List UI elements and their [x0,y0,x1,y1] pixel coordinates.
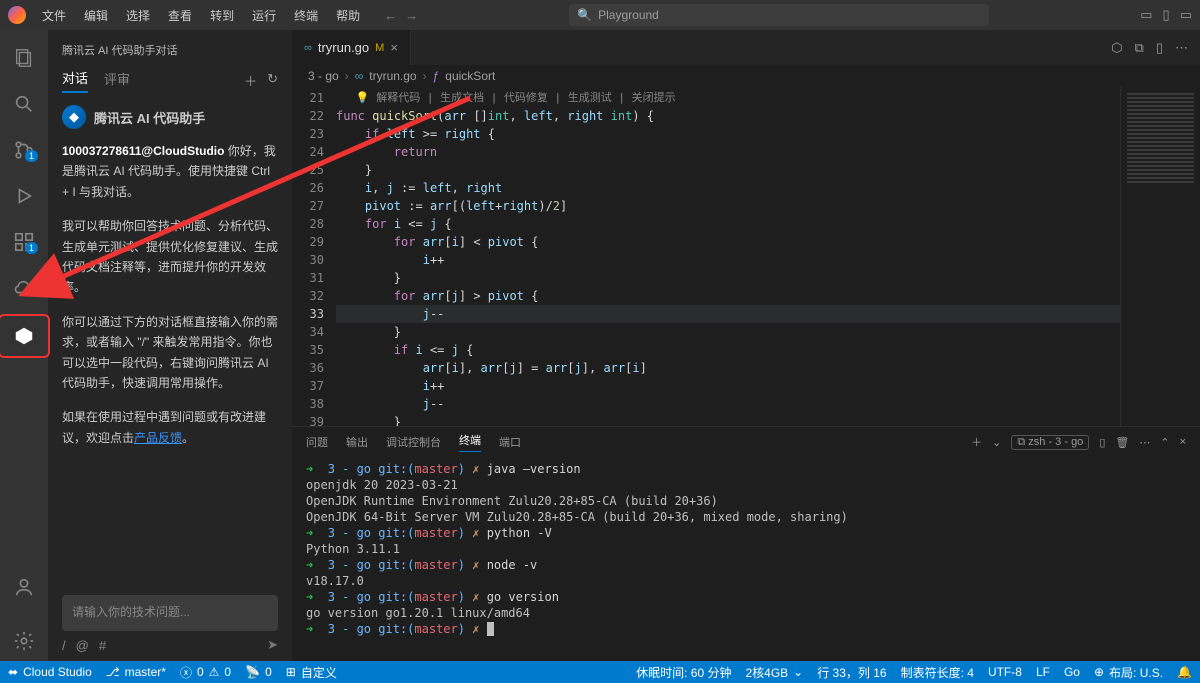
slash-command-button[interactable]: / [62,638,66,653]
status-cursor[interactable]: 行 33，列 16 [817,664,886,681]
terminal-label[interactable]: ⧉ zsh - 3 - go [1011,435,1089,450]
go-file-icon: ∞ [304,42,312,54]
feedback-link[interactable]: 产品反馈 [134,431,182,445]
editor-tabbar: ∞ tryrun.go M × ⬡ ⧉ ▯ ⋯ [292,30,1200,65]
chat-tab[interactable]: 对话 [62,68,88,93]
close-panel-icon[interactable]: × [1180,436,1186,448]
scm-badge: 1 [25,150,38,162]
menu-goto[interactable]: 转到 [204,7,240,24]
chat-feedback: 如果在使用过程中遇到问题或有改进建议，欢迎点击产品反馈。 [62,407,278,448]
editor-tab-tryrun[interactable]: ∞ tryrun.go M × [292,30,411,65]
breadcrumb-folder[interactable]: 3 - go [308,69,339,83]
breadcrumbs[interactable]: 3 - go› ∞tryrun.go› ƒquickSort [292,65,1200,87]
activity-bar: 1 1 [0,30,48,661]
status-bell-icon[interactable]: 🔔 [1177,665,1192,679]
layout-secondary-icon[interactable]: ▭ [1180,7,1192,23]
panel-more-icon[interactable]: ⋯ [1139,436,1150,449]
status-remote[interactable]: ⬌ Cloud Studio [8,665,92,679]
menu-terminal[interactable]: 终端 [288,7,324,24]
kill-terminal-icon[interactable]: 🗑 [1115,436,1129,449]
panel-tab-output[interactable]: 输出 [346,434,368,450]
tag-button[interactable]: # [99,638,106,653]
search-icon: 🔍 [577,8,592,22]
line-gutter: 2122232425262728293031323334353637383940 [292,87,336,426]
ext-badge: 1 [25,242,38,254]
toolbar-split-icon[interactable]: ▯ [1156,40,1163,56]
chat-greeting: 100037278611@CloudStudio 你好，我是腾讯云 AI 代码助… [62,141,278,202]
nav-back-icon[interactable]: ← [384,8,397,23]
menubar: 文件 编辑 选择 查看 转到 运行 终端 帮助 ← → 🔍 Playground… [0,0,1200,30]
code-content[interactable]: 💡 解释代码 | 生成文档 | 代码修复 | 生成测试 | 关闭提示func q… [336,87,1120,426]
menu-run[interactable]: 运行 [246,7,282,24]
status-sleep[interactable]: 休眠时间: 60 分钟 [636,664,731,681]
tab-filename: tryrun.go [318,40,369,55]
status-errors[interactable]: ⓧ 0 ⚠ 0 [180,664,231,681]
command-center[interactable]: 🔍 Playground [569,4,989,26]
menu-view[interactable]: 查看 [162,7,198,24]
terminal-content[interactable]: ➜ 3 - go git:(master) ✗ java —versionope… [292,457,1200,661]
chat-input[interactable]: 请输入你的技术问题... [62,595,278,631]
app-logo [8,6,26,24]
panel-tab-terminal[interactable]: 终端 [459,432,481,452]
activity-cloud[interactable] [0,268,48,308]
activity-search[interactable] [0,84,48,124]
activity-explorer[interactable] [0,38,48,78]
status-ports[interactable]: 📡 0 [245,665,272,679]
search-placeholder: Playground [598,8,659,22]
layout-primary-icon[interactable]: ▭ [1140,7,1152,23]
status-indent[interactable]: 制表符长度: 4 [901,664,974,681]
panel-tab-problems[interactable]: 问题 [306,434,328,450]
minimap[interactable] [1120,87,1200,426]
status-specs[interactable]: 2核4GB ⌄ [745,664,803,681]
chat-instructions: 你可以通过下方的对话框直接输入你的需求，或者输入 "/" 来触发常用指令。你也可… [62,312,278,394]
chat-capabilities: 我可以帮助你回答技术问题、分析代码、生成单元测试、提供优化修复建议、生成代码文档… [62,216,278,298]
menu-select[interactable]: 选择 [120,7,156,24]
activity-account[interactable] [0,567,48,607]
split-terminal-icon[interactable]: ▯ [1099,436,1105,449]
activity-settings[interactable] [0,621,48,661]
activity-extensions[interactable]: 1 [0,222,48,262]
breadcrumb-symbol[interactable]: quickSort [445,69,495,83]
activity-debug[interactable] [0,176,48,216]
ai-chat-sidebar: 腾讯云 AI 代码助手对话 对话 评审 ＋ ↻ ◆ 腾讯云 AI 代码助手 10… [48,30,292,661]
status-eol[interactable]: LF [1036,665,1050,679]
status-layout[interactable]: ⊕ 布局: U.S. [1094,664,1163,681]
code-editor[interactable]: 2122232425262728293031323334353637383940… [292,87,1200,426]
panel-tab-debug[interactable]: 调试控制台 [386,434,441,450]
activity-scm[interactable]: 1 [0,130,48,170]
assistant-avatar: ◆ [62,105,86,129]
send-icon[interactable]: ➤ [267,637,278,653]
status-custom[interactable]: ⊞ 自定义 [286,664,337,681]
mention-button[interactable]: @ [76,638,89,653]
modified-indicator: M [375,42,384,54]
toolbar-hex-icon[interactable]: ⬡ [1111,40,1122,56]
activity-ai-assistant[interactable] [0,316,48,356]
new-terminal-icon[interactable]: ＋ [971,434,982,450]
menu-edit[interactable]: 编辑 [78,7,114,24]
toolbar-more-icon[interactable]: ⋯ [1175,40,1188,56]
terminal-dropdown-icon[interactable]: ⌄ [992,436,1001,449]
bottom-panel: 问题 输出 调试控制台 终端 端口 ＋ ⌄ ⧉ zsh - 3 - go ▯ 🗑… [292,426,1200,661]
nav-forward-icon[interactable]: → [405,8,418,23]
maximize-panel-icon[interactable]: ⌃ [1160,436,1169,449]
statusbar: ⬌ Cloud Studio ⎇ master* ⓧ 0 ⚠ 0 📡 0 ⊞ 自… [0,661,1200,683]
close-tab-icon[interactable]: × [390,40,398,55]
toolbar-compare-icon[interactable]: ⧉ [1135,40,1144,56]
new-chat-icon[interactable]: ＋ [244,71,257,90]
history-icon[interactable]: ↻ [267,71,278,90]
review-tab[interactable]: 评审 [104,69,130,92]
layout-panel-icon[interactable]: ▯ [1163,7,1170,23]
breadcrumb-file[interactable]: tryrun.go [369,69,416,83]
status-encoding[interactable]: UTF-8 [988,665,1022,679]
status-lang[interactable]: Go [1064,665,1080,679]
menu-file[interactable]: 文件 [36,7,72,24]
panel-tab-ports[interactable]: 端口 [499,434,521,450]
sidebar-title: 腾讯云 AI 代码助手对话 [62,42,278,58]
assistant-name: 腾讯云 AI 代码助手 [94,108,205,127]
editor-region: ∞ tryrun.go M × ⬡ ⧉ ▯ ⋯ 3 - go› ∞tryrun.… [292,30,1200,661]
menu-help[interactable]: 帮助 [330,7,366,24]
status-branch[interactable]: ⎇ master* [106,665,166,679]
